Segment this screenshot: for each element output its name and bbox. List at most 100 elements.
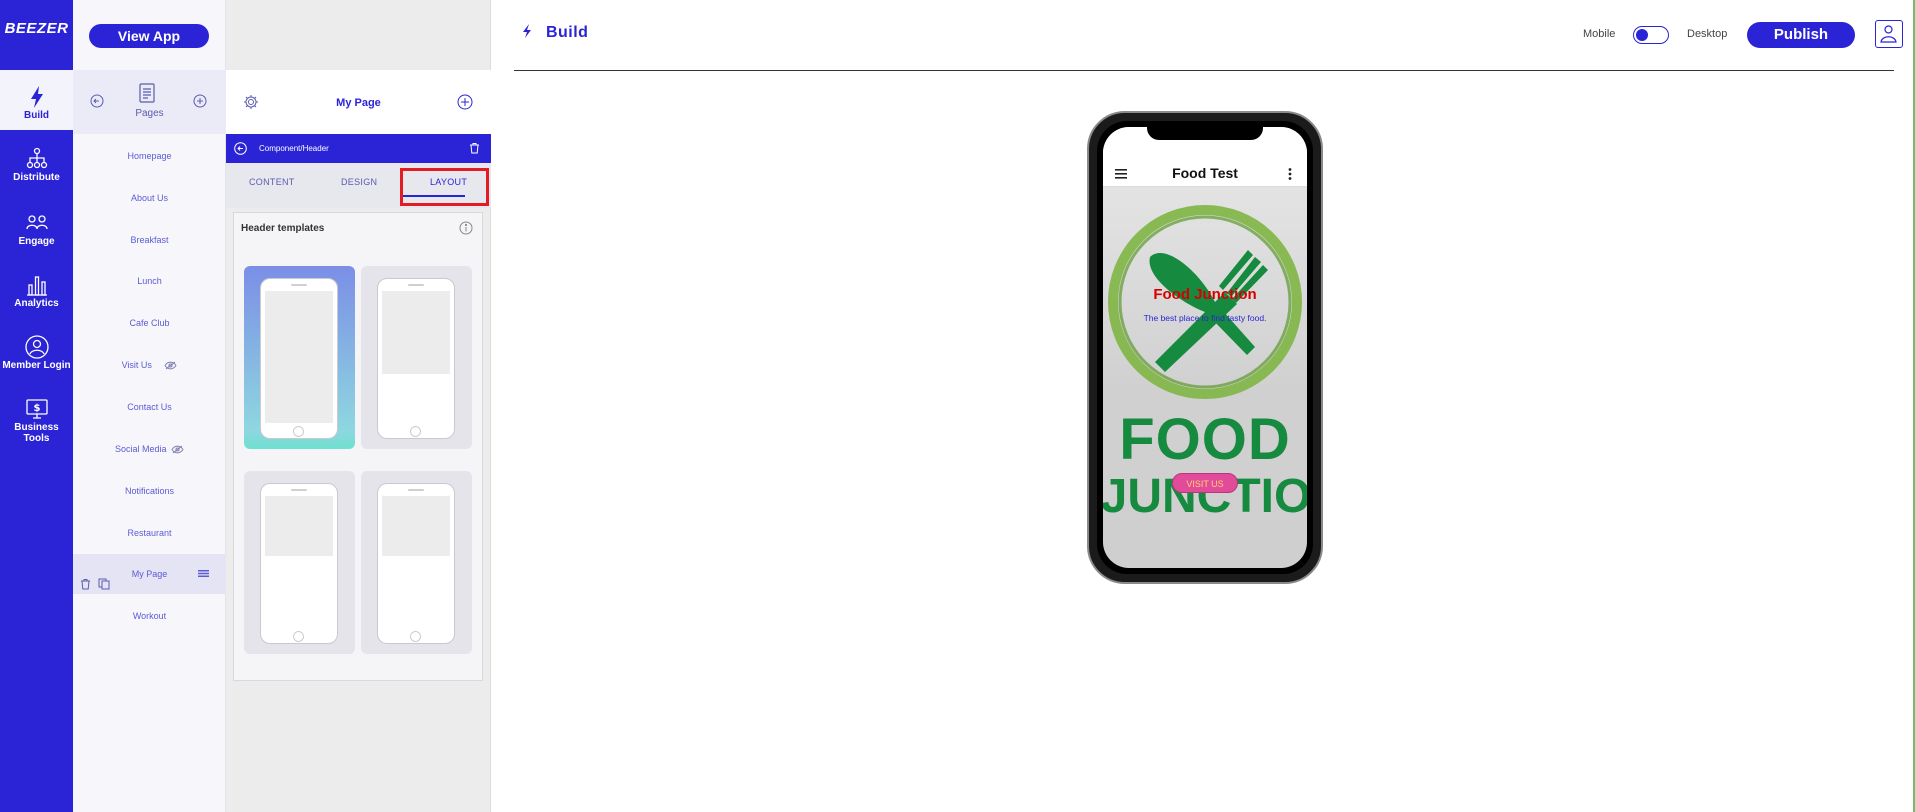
back-arrow-icon[interactable] xyxy=(234,142,247,155)
header-templates-title: Header templates xyxy=(241,223,325,234)
page-item-my-page-label: My Page xyxy=(131,569,168,579)
page-item-cafe-club[interactable]: Cafe Club xyxy=(73,318,226,328)
template-speaker xyxy=(408,489,424,491)
trash-icon[interactable] xyxy=(80,578,91,590)
mobile-mode-label[interactable]: Mobile xyxy=(1583,28,1615,40)
page-item-restaurant[interactable]: Restaurant xyxy=(73,528,226,538)
template-screen xyxy=(265,291,333,423)
header-template-2[interactable] xyxy=(361,266,472,449)
nav-engage[interactable]: Engage xyxy=(0,210,73,247)
add-component-icon[interactable] xyxy=(457,94,473,110)
template-speaker xyxy=(291,489,307,491)
bar-chart-icon xyxy=(26,276,47,296)
drag-handle-icon[interactable] xyxy=(198,570,209,577)
page-item-lunch[interactable]: Lunch xyxy=(73,276,226,286)
template-content-area xyxy=(265,556,333,628)
template-home-button xyxy=(410,426,421,437)
template-content-area xyxy=(382,374,450,423)
phone-notch xyxy=(1147,123,1263,140)
page-title: My Page xyxy=(336,97,381,109)
template-preview xyxy=(377,278,455,439)
nav-member-login-label: Member Login xyxy=(2,360,71,371)
layout-tab-highlight-box xyxy=(400,168,489,206)
hierarchy-icon xyxy=(26,147,47,169)
pages-label: Pages xyxy=(135,108,164,119)
hero-tagline: The best place to find tasty food. xyxy=(1143,313,1267,323)
header-template-1[interactable] xyxy=(244,266,355,449)
nav-distribute-label: Distribute xyxy=(13,172,60,183)
add-page-icon[interactable] xyxy=(193,94,207,108)
page-item-visit-us[interactable]: Visit Us xyxy=(73,360,226,370)
header-divider xyxy=(514,70,1894,71)
component-bar: Component/Header xyxy=(226,134,491,163)
template-preview xyxy=(260,483,338,644)
user-icon xyxy=(1880,25,1897,43)
duplicate-icon[interactable] xyxy=(98,578,110,590)
build-title-text: Build xyxy=(545,24,589,41)
toggle-knob xyxy=(1636,29,1648,41)
back-arrow-icon[interactable] xyxy=(90,94,104,108)
page-item-workout[interactable]: Workout xyxy=(73,611,226,621)
template-screen xyxy=(382,291,450,423)
page-item-notifications[interactable]: Notifications xyxy=(73,486,226,496)
visit-us-button[interactable]: VISIT US xyxy=(1172,473,1238,493)
preview-hero: Food Junction The best place to find tas… xyxy=(1103,187,1307,568)
app-root: BEEZER Build Distribute Engage Analytics… xyxy=(0,0,1915,812)
preview-app-title: Food Test xyxy=(1172,165,1238,181)
page-item-my-page[interactable]: My Page xyxy=(73,554,226,594)
component-tabs: CONTENT DESIGN LAYOUT xyxy=(226,163,491,208)
template-home-button xyxy=(410,631,421,642)
hero-title: Food Junction xyxy=(1153,286,1257,303)
page-item-about-us[interactable]: About Us xyxy=(73,193,226,203)
desktop-mode-label[interactable]: Desktop xyxy=(1687,28,1727,40)
template-screen xyxy=(265,496,333,628)
page-item-visit-us-label: Visit Us xyxy=(121,360,152,370)
template-preview xyxy=(260,278,338,439)
trash-icon[interactable] xyxy=(469,142,480,154)
nav-build-label: Build xyxy=(24,110,49,121)
page-item-contact-us[interactable]: Contact Us xyxy=(73,402,226,412)
nav-distribute[interactable]: Distribute xyxy=(0,146,73,183)
nav-analytics-label: Analytics xyxy=(14,298,59,309)
pages-header: Pages xyxy=(73,70,226,134)
nav-analytics[interactable]: Analytics xyxy=(0,272,73,309)
template-screen xyxy=(382,496,450,628)
header-template-3[interactable] xyxy=(244,471,355,654)
page-item-breakfast[interactable]: Breakfast xyxy=(73,235,226,245)
component-panel: My Page Component/Header CONTENT DESIGN … xyxy=(226,0,491,812)
nav-business-tools[interactable]: $ Business Tools xyxy=(0,396,73,444)
build-heading: Build xyxy=(521,24,588,42)
build-canvas: Build Mobile Desktop Publish Food Test F… xyxy=(491,0,1915,812)
header-templates-card: Header templates xyxy=(233,212,483,681)
device-mode-toggle[interactable] xyxy=(1633,26,1669,44)
page-item-social-media-label: Social Media xyxy=(114,444,167,454)
hidden-eye-icon[interactable] xyxy=(171,445,184,454)
bolt-icon xyxy=(523,24,531,38)
nav-build[interactable]: Build xyxy=(0,70,73,130)
hidden-eye-icon[interactable] xyxy=(164,361,177,370)
page-item-homepage[interactable]: Homepage xyxy=(73,151,226,161)
tab-design[interactable]: DESIGN xyxy=(341,177,377,187)
monitor-dollar-icon: $ xyxy=(25,399,48,419)
phone-screen: Food Test Food Junction The best place t… xyxy=(1103,127,1307,568)
bolt-icon xyxy=(30,86,43,108)
template-content-area xyxy=(382,556,450,628)
page-item-social-media[interactable]: Social Media xyxy=(73,444,226,454)
more-vertical-icon[interactable] xyxy=(1288,168,1292,180)
template-home-button xyxy=(293,631,304,642)
hero-big-text-food: FOOD xyxy=(1119,407,1291,472)
view-app-button[interactable]: View App xyxy=(89,24,209,48)
main-nav-rail: BEEZER Build Distribute Engage Analytics… xyxy=(0,0,73,812)
nav-member-login[interactable]: Member Login xyxy=(0,334,73,371)
info-icon[interactable] xyxy=(459,221,473,235)
tab-content[interactable]: CONTENT xyxy=(249,177,295,187)
account-button[interactable] xyxy=(1875,20,1903,48)
user-circle-icon xyxy=(24,335,49,359)
template-preview xyxy=(377,483,455,644)
publish-button[interactable]: Publish xyxy=(1747,22,1855,48)
phone-preview: Food Test Food Junction The best place t… xyxy=(1087,111,1323,584)
header-template-4[interactable] xyxy=(361,471,472,654)
component-path: Component/Header xyxy=(259,144,329,153)
page-item-tools xyxy=(80,567,110,590)
pages-icon xyxy=(139,83,155,103)
